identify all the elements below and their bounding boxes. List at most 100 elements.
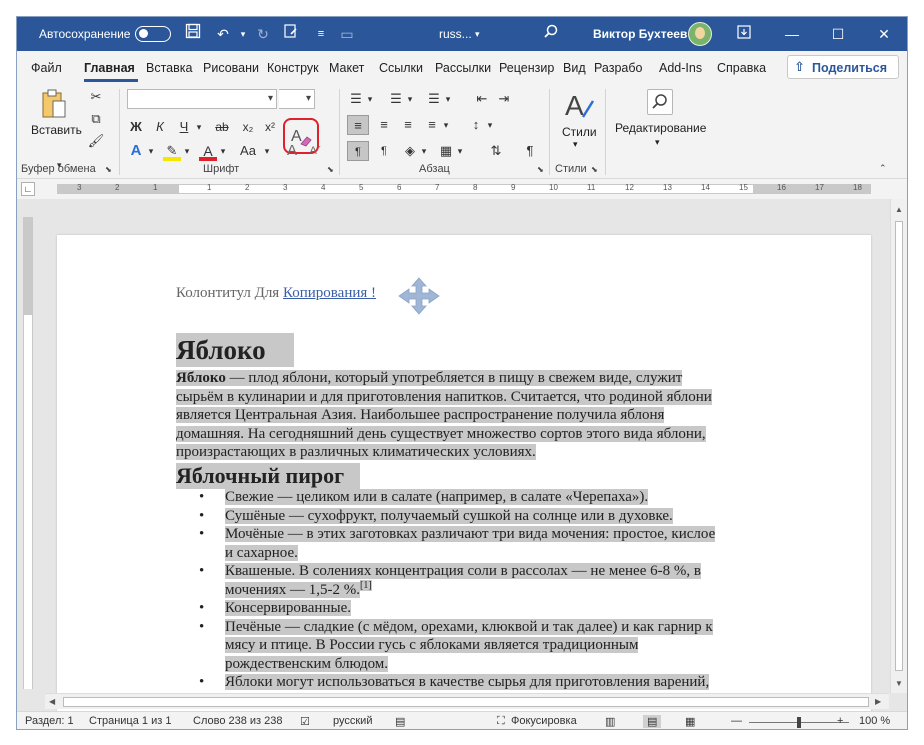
italic-button[interactable]: К <box>151 117 169 137</box>
horizontal-ruler[interactable]: 3 2 1 1 2 3 4 5 6 7 8 9 10 11 12 13 14 15 16 17 18 <box>57 183 871 194</box>
tab-draw[interactable]: Рисовани <box>203 61 259 75</box>
accessibility-icon[interactable]: ▤ <box>395 715 405 728</box>
zoom-in-icon[interactable]: + <box>837 715 843 727</box>
line-spacing-chevron-icon[interactable]: ▾ <box>485 115 495 135</box>
redo-icon[interactable]: ↻ <box>251 22 275 46</box>
list-item[interactable]: • Сушёные — сухофрукт, получаемый сушкой … <box>197 507 769 526</box>
paragraph-launcher-icon[interactable]: ⬊ <box>537 165 544 174</box>
close-button[interactable]: ✕ <box>861 17 907 51</box>
multilevel-list-icon[interactable]: ☰ <box>425 89 443 109</box>
numbering-icon[interactable]: ☰ <box>387 89 405 109</box>
styles-button[interactable]: A Стили ▾ <box>557 87 601 159</box>
doc-name-chevron-icon[interactable]: ▾ <box>475 29 480 40</box>
font-color-icon[interactable]: A <box>199 141 217 161</box>
font-name-combo[interactable]: ▾ <box>127 89 277 109</box>
shading-chevron-icon[interactable]: ▾ <box>419 141 429 161</box>
vertical-ruler[interactable] <box>23 217 33 689</box>
bulleted-list[interactable]: • Свежие — целиком или в салате (например… <box>197 488 769 710</box>
autosave-toggle[interactable] <box>135 26 171 42</box>
paragraph[interactable]: Яблоко — плод яблони, который употребляе… <box>176 369 766 462</box>
heading-2[interactable]: Яблочный пирог <box>176 463 361 489</box>
show-marks-icon[interactable]: ¶ <box>521 141 539 161</box>
document-name[interactable]: russ... <box>439 27 472 41</box>
save-icon[interactable] <box>181 22 205 46</box>
maximize-button[interactable]: ☐ <box>815 17 861 51</box>
superscript-button[interactable]: x² <box>261 117 279 137</box>
font-size-combo[interactable]: ▾ <box>279 89 315 109</box>
tab-help[interactable]: Справка <box>717 61 766 75</box>
tab-mailings[interactable]: Рассылки <box>435 61 491 75</box>
window-layout-icon[interactable]: ▭ <box>335 22 359 46</box>
tab-layout[interactable]: Макет <box>329 61 364 75</box>
justify-icon[interactable]: ≡ <box>423 115 441 135</box>
search-icon[interactable] <box>539 22 563 46</box>
collapse-ribbon-icon[interactable]: ⌃ <box>879 163 887 174</box>
styles-launcher-icon[interactable]: ⬊ <box>591 165 598 174</box>
shading-icon[interactable]: ◈ <box>401 141 419 161</box>
header-link[interactable]: Копирования ! <box>283 285 376 301</box>
underline-button[interactable]: Ч <box>175 117 193 137</box>
ribbon-display-icon[interactable] <box>732 22 756 46</box>
editing-button[interactable]: Редактирование ▾ <box>613 87 706 159</box>
rtl-icon[interactable]: ¶ <box>375 141 393 161</box>
borders-icon[interactable]: ▦ <box>437 141 455 161</box>
font-launcher-icon[interactable]: ⬊ <box>327 165 334 174</box>
document-page[interactable]: Колонтитул Для Копирования ! Яблоко Ябло… <box>57 235 871 711</box>
tab-design[interactable]: Конструк <box>267 61 319 75</box>
tab-addins[interactable]: Add-Ins <box>659 61 702 75</box>
focus-mode-button[interactable]: Фокусировка <box>511 715 577 727</box>
justify-chevron-icon[interactable]: ▾ <box>441 115 451 135</box>
tab-references[interactable]: Ссылки <box>379 61 423 75</box>
underline-chevron-icon[interactable]: ▾ <box>193 117 205 137</box>
word-count[interactable]: Слово 238 из 238 <box>193 715 283 727</box>
heading-1[interactable]: Яблоко <box>176 333 294 367</box>
page-header[interactable]: Колонтитул Для Копирования ! <box>176 285 376 302</box>
vertical-scroll-thumb[interactable] <box>895 221 903 671</box>
multilevel-chevron-icon[interactable]: ▾ <box>443 89 453 109</box>
horizontal-scroll-thumb[interactable] <box>63 697 869 707</box>
strikethrough-button[interactable]: ab <box>211 117 233 137</box>
highlight-chevron-icon[interactable]: ▾ <box>181 141 193 161</box>
print-layout-icon[interactable]: ▤ <box>643 715 662 728</box>
paste-button[interactable]: Вставить <box>27 87 82 139</box>
cut-icon[interactable]: ✂ <box>87 87 105 107</box>
increase-indent-icon[interactable]: ⇥ <box>495 89 513 109</box>
list-item[interactable]: • Консервированные. <box>197 599 769 618</box>
proofing-icon[interactable]: ☑ <box>300 715 310 728</box>
minimize-button[interactable]: — <box>769 17 815 51</box>
numbering-chevron-icon[interactable]: ▾ <box>405 89 415 109</box>
tab-developer[interactable]: Разрабо <box>594 61 642 75</box>
customize-qat-icon[interactable]: ≡ <box>309 22 333 46</box>
tab-view[interactable]: Вид <box>563 61 586 75</box>
list-item[interactable]: • Мочёные — в этих заготовках различают т… <box>197 525 769 562</box>
change-case-button[interactable]: Aa <box>235 141 261 161</box>
line-spacing-icon[interactable]: ↕ <box>467 115 485 135</box>
read-mode-icon[interactable]: ▥ <box>605 715 615 728</box>
web-layout-icon[interactable]: ▦ <box>685 715 695 728</box>
tab-home[interactable]: Главная <box>84 61 135 75</box>
tab-review[interactable]: Рецензир <box>499 61 554 75</box>
bold-button[interactable]: Ж <box>127 117 145 137</box>
tab-file[interactable]: Файл <box>31 61 62 75</box>
section-indicator[interactable]: Раздел: 1 <box>25 715 74 727</box>
share-button[interactable]: ⇧ Поделиться <box>787 55 899 79</box>
highlight-color-icon[interactable]: ✎ <box>163 141 181 161</box>
text-effects-icon[interactable]: A <box>127 141 145 161</box>
language-indicator[interactable]: русский <box>333 715 372 727</box>
shrink-font-icon[interactable]: Aˇ <box>307 141 323 161</box>
align-center-icon[interactable]: ≡ <box>375 115 393 135</box>
align-left-icon[interactable]: ≡ <box>347 115 369 135</box>
footnote-reference[interactable]: [1] <box>360 579 372 591</box>
page-indicator[interactable]: Страница 1 из 1 <box>89 715 171 727</box>
zoom-out-icon[interactable]: — <box>731 715 742 727</box>
bullets-chevron-icon[interactable]: ▾ <box>365 89 375 109</box>
font-color-chevron-icon[interactable]: ▾ <box>217 141 229 161</box>
bullets-icon[interactable]: ☰ <box>347 89 365 109</box>
change-case-chevron-icon[interactable]: ▾ <box>261 141 273 161</box>
list-item[interactable]: • Квашеные. В солениях концентрация соли … <box>197 562 769 599</box>
tab-insert[interactable]: Вставка <box>146 61 192 75</box>
ltr-icon[interactable]: ¶ <box>347 141 369 161</box>
tab-selector-icon[interactable]: ∟ <box>21 182 35 196</box>
clear-format-qat-icon[interactable] <box>279 22 303 46</box>
decrease-indent-icon[interactable]: ⇤ <box>473 89 491 109</box>
